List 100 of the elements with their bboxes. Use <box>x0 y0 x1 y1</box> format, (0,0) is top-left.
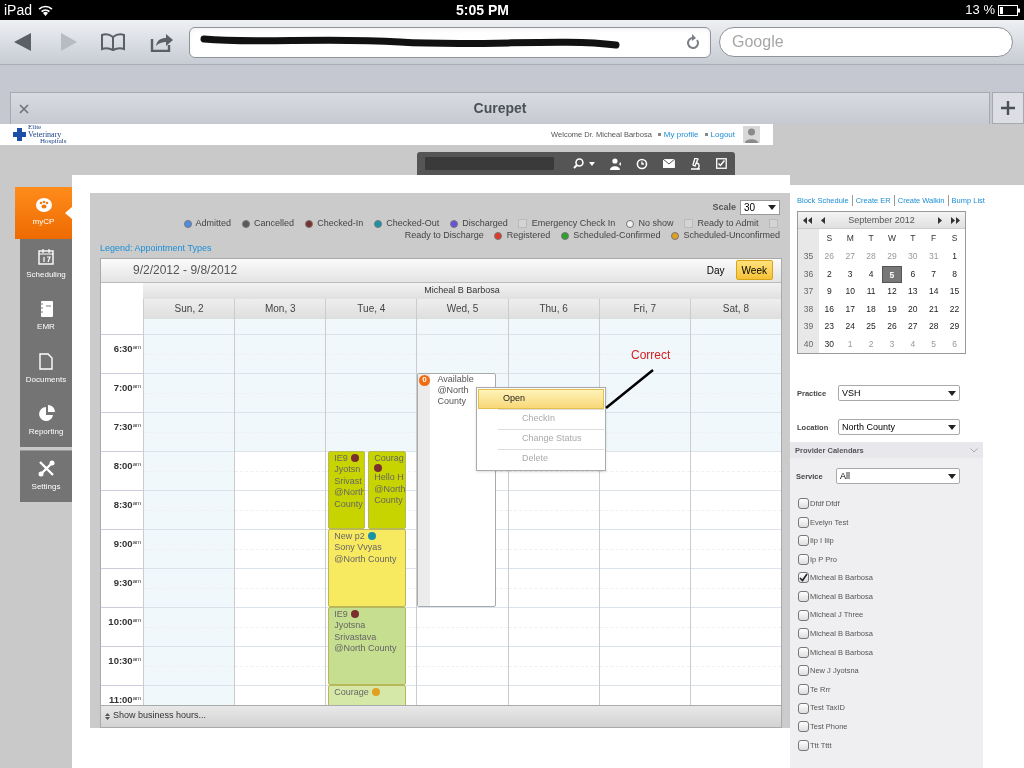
scale-select[interactable]: 30 <box>740 200 780 215</box>
checkbox[interactable] <box>798 591 809 602</box>
weekday-label: S <box>950 232 959 246</box>
event-text: @North County <box>334 643 398 655</box>
checkbox[interactable] <box>798 516 809 528</box>
header-link[interactable]: My profile <box>663 128 699 141</box>
time-label: 8:00$^{am}$ <box>113 459 141 471</box>
appointment-block[interactable]: Courag Hello H @North County <box>368 450 407 529</box>
previous-month-icon[interactable] <box>818 216 827 224</box>
checkbox[interactable] <box>798 646 809 658</box>
calendar-day[interactable]: 30 <box>818 335 840 354</box>
reload-icon[interactable] <box>686 34 700 50</box>
availability-block[interactable]: 0 Available @North County <box>417 372 497 607</box>
calendar-day[interactable]: 15 <box>944 283 965 301</box>
dropdown-caret-icon <box>948 424 956 430</box>
calendar-day[interactable]: 10 <box>839 283 861 301</box>
event-text: New p2 <box>334 530 365 542</box>
calendar-day[interactable]: 19 <box>881 300 903 319</box>
nav-item[interactable]: EMR <box>20 291 72 343</box>
last-page-icon[interactable] <box>951 216 960 224</box>
event-text: Sony Vvyas <box>334 542 383 554</box>
history-icon[interactable] <box>636 157 649 170</box>
share-icon[interactable] <box>150 32 173 52</box>
time-label: 11:00$^{am}$ <box>108 693 141 705</box>
legend-label: Scheduled-Confirmed <box>573 230 661 240</box>
nav-item[interactable]: Reporting <box>20 395 72 447</box>
appointment-block[interactable]: IE9 Jyotsna Srivastava @North County <box>328 606 407 685</box>
pie-chart-icon <box>37 404 55 422</box>
show-hours-link[interactable]: Show business hours... <box>113 709 207 723</box>
checkbox[interactable] <box>798 535 809 547</box>
back-icon[interactable] <box>14 33 31 51</box>
calendar-day[interactable]: 1 <box>944 248 965 266</box>
mail-icon[interactable] <box>663 159 676 168</box>
checkbox[interactable] <box>798 721 809 733</box>
checkbox[interactable] <box>798 572 809 584</box>
bookmarks-icon[interactable] <box>101 33 125 51</box>
checkbox[interactable] <box>798 665 809 677</box>
checkbox[interactable] <box>798 498 809 510</box>
status-swatch <box>683 219 693 229</box>
calendar-day[interactable]: 26 <box>881 318 903 336</box>
checkbox[interactable] <box>798 609 809 621</box>
calendar-day[interactable]: 3 <box>839 265 861 284</box>
checkbox[interactable] <box>798 702 809 714</box>
caret-icon[interactable] <box>588 161 595 166</box>
checkmark-icon <box>799 573 808 583</box>
service-select[interactable]: All <box>836 468 960 485</box>
calendar-day[interactable]: 5 <box>881 265 903 284</box>
checkbox[interactable] <box>798 739 809 751</box>
appointment-block[interactable]: IE9 Jyotsn Srivast @North County <box>328 450 366 529</box>
next-month-icon[interactable] <box>936 216 945 224</box>
appointment-block[interactable]: Courage <box>328 684 407 705</box>
location-select[interactable]: North County <box>838 419 960 436</box>
calendar-day[interactable]: 25 <box>860 318 882 336</box>
first-page-icon[interactable] <box>803 216 812 224</box>
calendar-day[interactable]: 6 <box>902 265 924 284</box>
calendar-day[interactable]: 7 <box>923 265 945 284</box>
calendar-day[interactable]: 22 <box>944 300 965 319</box>
nav-item[interactable]: Documents <box>20 343 72 395</box>
calendar-day[interactable]: 20 <box>902 300 924 319</box>
calendar-day[interactable]: 9 <box>818 283 840 301</box>
calendar-day[interactable]: 24 <box>839 318 861 336</box>
calendar-day[interactable]: 13 <box>902 283 924 301</box>
day-header: Mon, 3 <box>234 298 326 319</box>
calendar-day[interactable]: 21 <box>923 300 945 319</box>
checkbox[interactable] <box>798 553 809 565</box>
calendar-day[interactable]: 16 <box>818 300 840 319</box>
calendar-day[interactable]: 2 <box>818 265 840 284</box>
quick-search-field[interactable] <box>425 157 554 170</box>
calendar-day[interactable]: 11 <box>860 283 882 301</box>
view-tab[interactable]: Week <box>735 260 773 280</box>
calendar-day[interactable]: 8 <box>944 265 965 284</box>
calendar-day[interactable]: 17 <box>839 300 861 319</box>
time-label: 7:00$^{am}$ <box>113 381 141 393</box>
browser-tab[interactable]: Curepet <box>10 92 990 124</box>
appointment-block[interactable]: New p2 Sony Vvyas @North County <box>328 528 407 607</box>
checkbox[interactable] <box>798 628 809 640</box>
calendar-day[interactable]: 23 <box>818 318 840 336</box>
nav-item[interactable]: Settings <box>20 450 72 502</box>
calendar-day[interactable]: 4 <box>860 265 882 284</box>
calendar-day[interactable]: 28 <box>923 318 945 336</box>
close-icon[interactable] <box>19 103 29 114</box>
calendar-day[interactable]: 14 <box>923 283 945 301</box>
nav-item[interactable]: Scheduling <box>20 239 72 291</box>
address-field[interactable] <box>189 26 711 58</box>
microscope-icon[interactable] <box>690 157 702 170</box>
calendar-day[interactable]: 27 <box>902 318 924 336</box>
add-person-icon[interactable] <box>609 157 622 170</box>
calendar-day[interactable]: 29 <box>944 318 965 336</box>
legend-label: Ready to Discharge <box>404 230 484 240</box>
search-icon[interactable] <box>572 158 584 169</box>
dropdown-caret-icon <box>948 473 956 479</box>
new-tab-button[interactable] <box>992 92 1024 124</box>
calendar-day[interactable]: 18 <box>860 300 882 319</box>
menu-item[interactable]: Open <box>478 388 604 409</box>
header-link[interactable]: Logout <box>710 128 735 141</box>
view-tab[interactable]: Day <box>701 260 730 280</box>
calendar-day[interactable]: 12 <box>881 283 903 301</box>
checkbox[interactable] <box>798 684 809 695</box>
checkbox-icon[interactable] <box>716 158 727 169</box>
practice-select[interactable]: VSH <box>838 385 960 402</box>
